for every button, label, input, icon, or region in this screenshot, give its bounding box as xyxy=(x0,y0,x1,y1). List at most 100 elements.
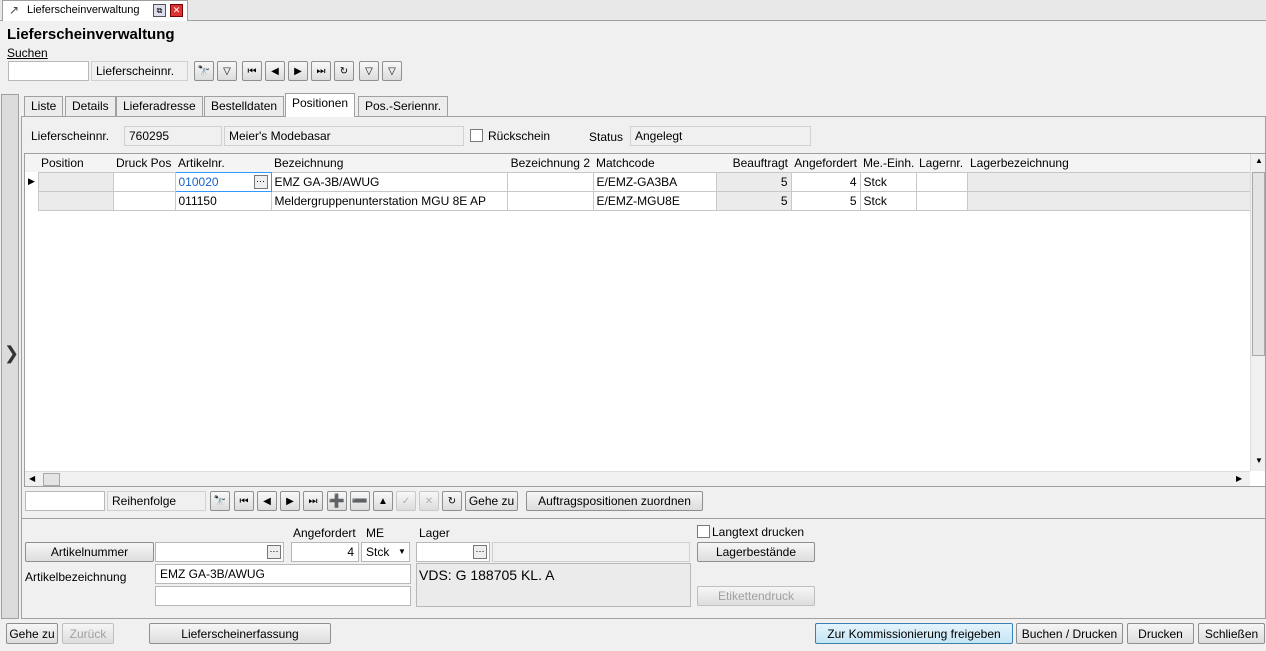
cell-bezeichnung2[interactable] xyxy=(506,190,594,211)
col-artikelnr[interactable]: Artikelnr. xyxy=(175,154,271,172)
artikelbezeichnung2-input[interactable] xyxy=(155,586,411,606)
lieferscheinerfassung-button[interactable]: Lieferscheinerfassung xyxy=(149,623,331,644)
col-matchcode[interactable]: Matchcode xyxy=(593,154,716,172)
tab-lieferadresse[interactable]: Lieferadresse xyxy=(116,96,203,116)
refresh-icon[interactable]: ↻ xyxy=(334,61,354,81)
cell-lagerbez[interactable] xyxy=(966,190,1252,211)
col-lagerbezeichnung[interactable]: Lagerbezeichnung xyxy=(967,154,1251,172)
col-druck-pos[interactable]: Druck Pos xyxy=(113,154,175,172)
lagerbestaende-button[interactable]: Lagerbestände xyxy=(697,542,815,562)
next-row-icon[interactable]: ▶ xyxy=(280,491,300,511)
cell-me[interactable]: Stck xyxy=(859,190,917,211)
restore-icon[interactable]: ⧉ xyxy=(153,4,166,17)
menu-suchen[interactable]: Suchen xyxy=(7,46,48,60)
cell-angefordert[interactable]: 4 xyxy=(790,171,861,192)
positions-grid[interactable]: Position Druck Pos Artikelnr. Bezeichnun… xyxy=(24,153,1266,487)
langtext-checkbox[interactable] xyxy=(697,525,710,538)
cell-angefordert[interactable]: 5 xyxy=(790,190,861,211)
cell-position[interactable] xyxy=(37,171,114,192)
cell-artikelnr-active[interactable]: 010020 ⋯ xyxy=(174,171,272,192)
next-record-icon[interactable]: ▶ xyxy=(288,61,308,81)
table-row[interactable]: ▶ 010020 ⋯ EMZ GA-3B/AWUG E/EMZ-GA3BA 5 4… xyxy=(25,171,1252,192)
cell-druck[interactable] xyxy=(112,171,176,192)
binoculars-icon[interactable]: 🔭 xyxy=(194,61,214,81)
vertical-scroll-thumb[interactable] xyxy=(1252,172,1265,356)
zurueck-button: Zurück xyxy=(62,623,114,644)
buchen-drucken-button[interactable]: Buchen / Drucken xyxy=(1016,623,1123,644)
tab-pos-seriennr[interactable]: Pos.-Seriennr. xyxy=(358,96,449,116)
cell-lagernr[interactable] xyxy=(915,171,968,192)
artikelbezeichnung-input[interactable]: EMZ GA-3B/AWUG xyxy=(155,564,411,584)
col-bezeichnung[interactable]: Bezeichnung xyxy=(271,154,507,172)
last-row-icon[interactable]: ⏭ xyxy=(303,491,323,511)
prev-row-icon[interactable]: ◀ xyxy=(257,491,277,511)
artikelnummer-input[interactable] xyxy=(155,542,284,562)
filter-icon[interactable]: ▽ xyxy=(217,61,237,81)
cell-beauftragt[interactable]: 5 xyxy=(715,171,792,192)
last-record-icon[interactable]: ⏭ xyxy=(311,61,331,81)
tab-positionen[interactable]: Positionen xyxy=(285,93,356,117)
reihenfolge-input[interactable] xyxy=(25,491,105,511)
auftragspositionen-zuordnen-button[interactable]: Auftragspositionen zuordnen xyxy=(526,491,703,511)
cell-lagernr[interactable] xyxy=(915,190,968,211)
cell-matchcode[interactable]: E/EMZ-GA3BA xyxy=(592,171,717,192)
window-tab[interactable]: ↗ Lieferscheinverwaltung ⧉ ✕ xyxy=(2,0,188,21)
lieferscheinnr-field: 760295 xyxy=(124,126,222,146)
binoculars-icon[interactable]: 🔭 xyxy=(210,491,230,511)
ellipsis-icon[interactable]: ⋯ xyxy=(267,545,281,559)
cell-position[interactable] xyxy=(37,190,114,211)
search-input[interactable] xyxy=(8,61,89,81)
col-bezeichnung2[interactable]: Bezeichnung 2 xyxy=(507,154,593,172)
cell-druck[interactable] xyxy=(112,190,176,211)
tab-liste[interactable]: Liste xyxy=(24,96,64,116)
refresh-icon[interactable]: ↻ xyxy=(442,491,462,511)
prev-record-icon[interactable]: ◀ xyxy=(265,61,285,81)
artikelnummer-button[interactable]: Artikelnummer xyxy=(25,542,154,562)
sidebar-toggle[interactable]: ❯ xyxy=(1,94,19,619)
tab-bestelldaten[interactable]: Bestelldaten xyxy=(204,96,285,116)
filter-print-icon[interactable]: ▽ xyxy=(359,61,379,81)
vertical-scrollbar[interactable]: ▲ ▼ xyxy=(1250,154,1265,471)
add-row-icon[interactable]: ➕ xyxy=(327,491,347,511)
cell-beauftragt[interactable]: 5 xyxy=(715,190,792,211)
scroll-up-icon[interactable]: ▲ xyxy=(1255,156,1263,165)
first-record-icon[interactable]: ⏮ xyxy=(242,61,262,81)
scroll-right-icon[interactable]: ▶ xyxy=(1236,474,1242,483)
window-tab-strip xyxy=(0,0,1266,21)
artikelnr-value: 010020 xyxy=(178,174,219,189)
cell-bezeichnung[interactable]: Meldergruppenunterstation MGU 8E AP xyxy=(270,190,508,211)
cell-lagerbez[interactable] xyxy=(966,171,1252,192)
col-lagernr[interactable]: Lagernr. xyxy=(916,154,967,172)
first-row-icon[interactable]: ⏮ xyxy=(234,491,254,511)
schliessen-button[interactable]: Schließen xyxy=(1198,623,1265,644)
scroll-left-icon[interactable]: ◀ xyxy=(29,474,35,483)
kommissionierung-freigeben-button[interactable]: Zur Kommissionierung freigeben xyxy=(815,623,1013,644)
col-position[interactable]: Position xyxy=(38,154,113,172)
scroll-down-icon[interactable]: ▼ xyxy=(1255,456,1263,465)
col-beauftragt[interactable]: Beauftragt xyxy=(716,154,791,172)
cell-matchcode[interactable]: E/EMZ-MGU8E xyxy=(592,190,717,211)
gehe-zu-button[interactable]: Gehe zu xyxy=(6,623,58,644)
col-angefordert[interactable]: Angefordert xyxy=(791,154,860,172)
horizontal-scrollbar[interactable]: ◀ ▶ xyxy=(25,471,1250,486)
cell-bezeichnung[interactable]: EMZ GA-3B/AWUG xyxy=(270,171,508,192)
close-icon[interactable]: ✕ xyxy=(170,4,183,17)
edit-row-icon[interactable]: ▲ xyxy=(373,491,393,511)
table-row[interactable]: 011150 Meldergruppenunterstation MGU 8E … xyxy=(25,190,1252,211)
artikelbezeichnung-label: Artikelbezeichnung xyxy=(25,570,127,584)
rueckschein-checkbox[interactable] xyxy=(470,129,483,142)
me-select[interactable]: Stck ▼ xyxy=(361,542,410,562)
cell-bezeichnung2[interactable] xyxy=(506,171,594,192)
col-me-einh[interactable]: Me.-Einh. xyxy=(860,154,916,172)
filter-clear-icon[interactable]: ▽ xyxy=(382,61,402,81)
ellipsis-icon[interactable]: ⋯ xyxy=(473,545,487,559)
delete-row-icon[interactable]: ➖ xyxy=(350,491,370,511)
tab-details[interactable]: Details xyxy=(65,96,116,116)
drucken-button[interactable]: Drucken xyxy=(1127,623,1194,644)
gehe-zu-grid-button[interactable]: Gehe zu xyxy=(465,491,518,511)
cell-artikelnr[interactable]: 011150 xyxy=(174,190,272,211)
horizontal-scroll-thumb[interactable] xyxy=(43,473,60,486)
angefordert-input[interactable]: 4 xyxy=(291,542,359,562)
ellipsis-button[interactable]: ⋯ xyxy=(253,175,268,190)
cell-me[interactable]: Stck xyxy=(859,171,917,192)
